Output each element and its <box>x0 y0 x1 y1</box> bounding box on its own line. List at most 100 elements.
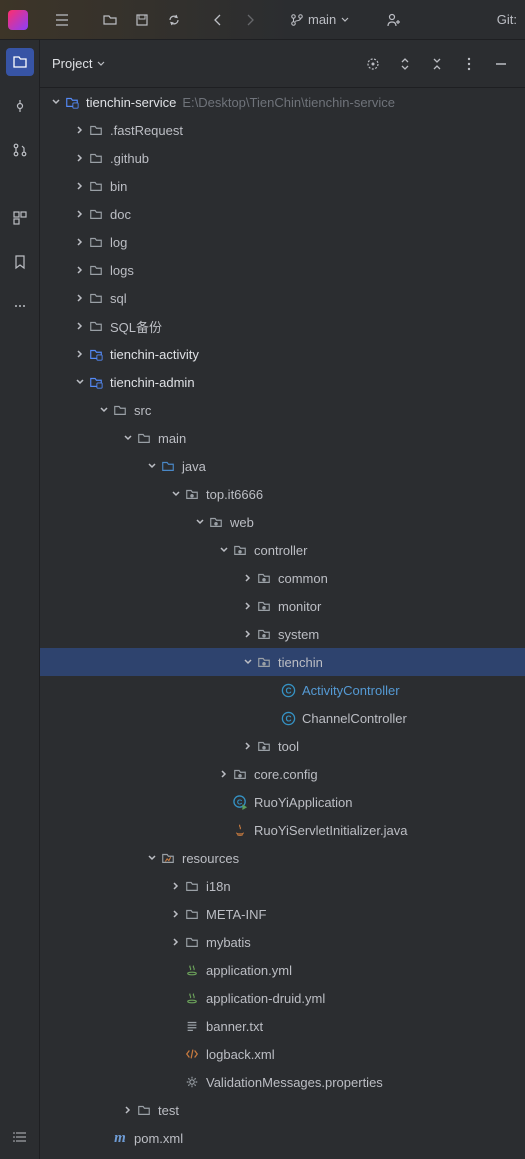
tree-node[interactable]: test <box>40 1096 525 1124</box>
chevron-right-icon[interactable] <box>72 290 88 306</box>
user-add-icon[interactable] <box>380 6 408 34</box>
tree-node[interactable]: application.yml <box>40 956 525 984</box>
chevron-right-icon[interactable] <box>72 150 88 166</box>
chevron-right-icon[interactable] <box>240 626 256 642</box>
folder-icon <box>136 430 152 446</box>
tree-node[interactable]: resources <box>40 844 525 872</box>
git-branch-selector[interactable]: main <box>284 12 356 27</box>
chevron-right-icon[interactable] <box>168 878 184 894</box>
tree-node[interactable]: log <box>40 228 525 256</box>
node-label: main <box>158 431 186 446</box>
chevron-right-icon[interactable] <box>72 234 88 250</box>
chevron-down-icon[interactable] <box>192 514 208 530</box>
project-tree[interactable]: tienchin-service E:\Desktop\TienChin\tie… <box>40 88 525 1159</box>
tree-root[interactable]: tienchin-service E:\Desktop\TienChin\tie… <box>40 88 525 116</box>
tree-node[interactable]: CChannelController <box>40 704 525 732</box>
chevron-right-icon[interactable] <box>168 906 184 922</box>
chevron-down-icon[interactable] <box>216 542 232 558</box>
tree-node[interactable]: banner.txt <box>40 1012 525 1040</box>
tree-node[interactable]: mybatis <box>40 928 525 956</box>
forward-icon[interactable] <box>236 6 264 34</box>
chevron-right-icon[interactable] <box>240 738 256 754</box>
pkg-icon <box>184 486 200 502</box>
tree-node[interactable]: RuoYiServletInitializer.java <box>40 816 525 844</box>
node-label: monitor <box>278 599 321 614</box>
chevron-down-icon[interactable] <box>120 430 136 446</box>
pkg-icon <box>232 542 248 558</box>
pr-tool-icon[interactable] <box>6 136 34 164</box>
more-tool-icon[interactable] <box>6 292 34 320</box>
sync-icon[interactable] <box>160 6 188 34</box>
tree-node[interactable]: web <box>40 508 525 536</box>
open-icon[interactable] <box>96 6 124 34</box>
list-tool-icon[interactable] <box>6 1123 34 1151</box>
tree-node[interactable]: tienchin-admin <box>40 368 525 396</box>
folder-blue-icon <box>160 458 176 474</box>
chevron-down-icon[interactable] <box>144 850 160 866</box>
tree-node[interactable]: SQL备份 <box>40 312 525 340</box>
collapse-icon[interactable] <box>425 52 449 76</box>
chevron-right-icon[interactable] <box>72 318 88 334</box>
tree-node[interactable]: logback.xml <box>40 1040 525 1068</box>
chevron-right-icon[interactable] <box>240 570 256 586</box>
structure-tool-icon[interactable] <box>6 204 34 232</box>
tree-node[interactable]: .github <box>40 144 525 172</box>
tree-node[interactable]: top.it6666 <box>40 480 525 508</box>
tree-node[interactable]: main <box>40 424 525 452</box>
tree-node[interactable]: .fastRequest <box>40 116 525 144</box>
tree-node[interactable]: java <box>40 452 525 480</box>
tree-node[interactable]: CRuoYiApplication <box>40 788 525 816</box>
tree-node[interactable]: mpom.xml <box>40 1124 525 1152</box>
tree-node[interactable]: logs <box>40 256 525 284</box>
minimize-icon[interactable] <box>489 52 513 76</box>
tree-node[interactable]: controller <box>40 536 525 564</box>
chevron-right-icon[interactable] <box>168 934 184 950</box>
tree-node[interactable]: tienchin-activity <box>40 340 525 368</box>
arrow-placeholder <box>216 794 232 810</box>
tree-node[interactable]: tienchin <box>40 648 525 676</box>
expand-icon[interactable] <box>393 52 417 76</box>
tree-node[interactable]: application-druid.yml <box>40 984 525 1012</box>
node-label: banner.txt <box>206 1019 263 1034</box>
chevron-right-icon[interactable] <box>216 766 232 782</box>
save-icon[interactable] <box>128 6 156 34</box>
pkg-icon <box>208 514 224 530</box>
tree-node[interactable]: META-INF <box>40 900 525 928</box>
tree-node[interactable]: ValidationMessages.properties <box>40 1068 525 1096</box>
tree-node[interactable]: sql <box>40 284 525 312</box>
tree-node[interactable]: system <box>40 620 525 648</box>
chevron-right-icon[interactable] <box>120 1102 136 1118</box>
tree-node[interactable]: src <box>40 396 525 424</box>
chevron-down-icon[interactable] <box>144 458 160 474</box>
menu-icon[interactable] <box>48 6 76 34</box>
node-label: resources <box>182 851 239 866</box>
tree-node[interactable]: monitor <box>40 592 525 620</box>
panel-title-dropdown[interactable]: Project <box>52 56 106 71</box>
options-icon[interactable] <box>457 52 481 76</box>
chevron-down-icon[interactable] <box>72 374 88 390</box>
tree-node[interactable]: doc <box>40 200 525 228</box>
chevron-right-icon[interactable] <box>72 206 88 222</box>
locate-icon[interactable] <box>361 52 385 76</box>
chevron-right-icon[interactable] <box>72 262 88 278</box>
chevron-right-icon[interactable] <box>72 122 88 138</box>
tree-node[interactable]: i18n <box>40 872 525 900</box>
commit-tool-icon[interactable] <box>6 92 34 120</box>
bookmarks-tool-icon[interactable] <box>6 248 34 276</box>
node-label: system <box>278 627 319 642</box>
chevron-down-icon[interactable] <box>96 402 112 418</box>
chevron-right-icon[interactable] <box>240 598 256 614</box>
node-label: application.yml <box>206 963 292 978</box>
tree-node[interactable]: core.config <box>40 760 525 788</box>
project-tool-icon[interactable] <box>6 48 34 76</box>
tree-node[interactable]: CActivityController <box>40 676 525 704</box>
tree-node[interactable]: tool <box>40 732 525 760</box>
java-icon <box>232 822 248 838</box>
chevron-down-icon[interactable] <box>240 654 256 670</box>
tree-node[interactable]: common <box>40 564 525 592</box>
chevron-right-icon[interactable] <box>72 346 88 362</box>
tree-node[interactable]: bin <box>40 172 525 200</box>
chevron-right-icon[interactable] <box>72 178 88 194</box>
chevron-down-icon[interactable] <box>168 486 184 502</box>
back-icon[interactable] <box>204 6 232 34</box>
